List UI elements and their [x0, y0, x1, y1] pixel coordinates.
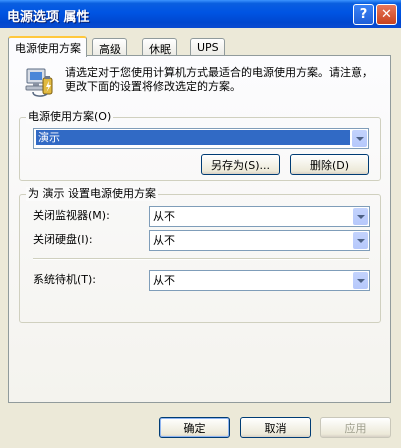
settings-divider	[33, 258, 369, 260]
power-scheme-icon	[25, 68, 53, 97]
chevron-down-icon[interactable]	[353, 208, 368, 225]
tab-advanced[interactable]: 高级	[92, 38, 127, 56]
close-button[interactable]: ✕	[376, 4, 397, 25]
chevron-down-icon[interactable]	[353, 272, 368, 289]
cancel-button[interactable]: 取消	[240, 417, 311, 438]
monitor-off-label: 关闭监视器(M):	[33, 209, 110, 222]
scheme-settings-group-label: 为 演示 设置电源使用方案	[26, 187, 158, 201]
save-as-button[interactable]: 另存为(S)...	[201, 154, 280, 175]
standby-label: 系统待机(T):	[33, 273, 97, 286]
help-button[interactable]: ?	[353, 4, 374, 25]
chevron-down-icon[interactable]	[352, 130, 367, 147]
title-bar: 电源选项 属性 ? ✕	[0, 0, 401, 28]
window-title: 电源选项 属性	[7, 10, 90, 25]
tab-hibernate[interactable]: 休眠	[142, 38, 177, 56]
standby-value: 从不	[153, 274, 175, 287]
apply-button[interactable]: 应用	[320, 417, 391, 438]
delete-button[interactable]: 删除(D)	[290, 154, 369, 175]
power-schemes-group-label: 电源使用方案(O)	[26, 110, 114, 124]
monitor-off-value: 从不	[153, 210, 175, 223]
power-scheme-select[interactable]: 演示	[33, 128, 369, 149]
tab-power-schemes[interactable]: 电源使用方案	[8, 36, 87, 57]
power-schemes-group: 电源使用方案(O) 演示 另存为(S)... 删除(D)	[19, 110, 381, 181]
standby-select[interactable]: 从不	[149, 270, 370, 291]
hdd-off-select[interactable]: 从不	[149, 230, 370, 251]
hdd-off-label: 关闭硬盘(I):	[33, 233, 93, 246]
chevron-down-icon[interactable]	[353, 232, 368, 249]
tab-ups[interactable]: UPS	[190, 38, 225, 55]
intro-text: 请选定对于您使用计算机方式最适合的电源使用方案。请注意，更改下面的设置将修改选定…	[65, 66, 373, 93]
scheme-settings-group: 为 演示 设置电源使用方案 关闭监视器(M): 从不 关闭硬盘(I): 从不 系…	[19, 187, 381, 323]
power-scheme-selected-value: 演示	[36, 130, 350, 145]
tab-panel: 请选定对于您使用计算机方式最适合的电源使用方案。请注意，更改下面的设置将修改选定…	[8, 55, 391, 403]
ok-button[interactable]: 确定	[159, 417, 230, 438]
hdd-off-value: 从不	[153, 234, 175, 247]
monitor-off-select[interactable]: 从不	[149, 206, 370, 227]
